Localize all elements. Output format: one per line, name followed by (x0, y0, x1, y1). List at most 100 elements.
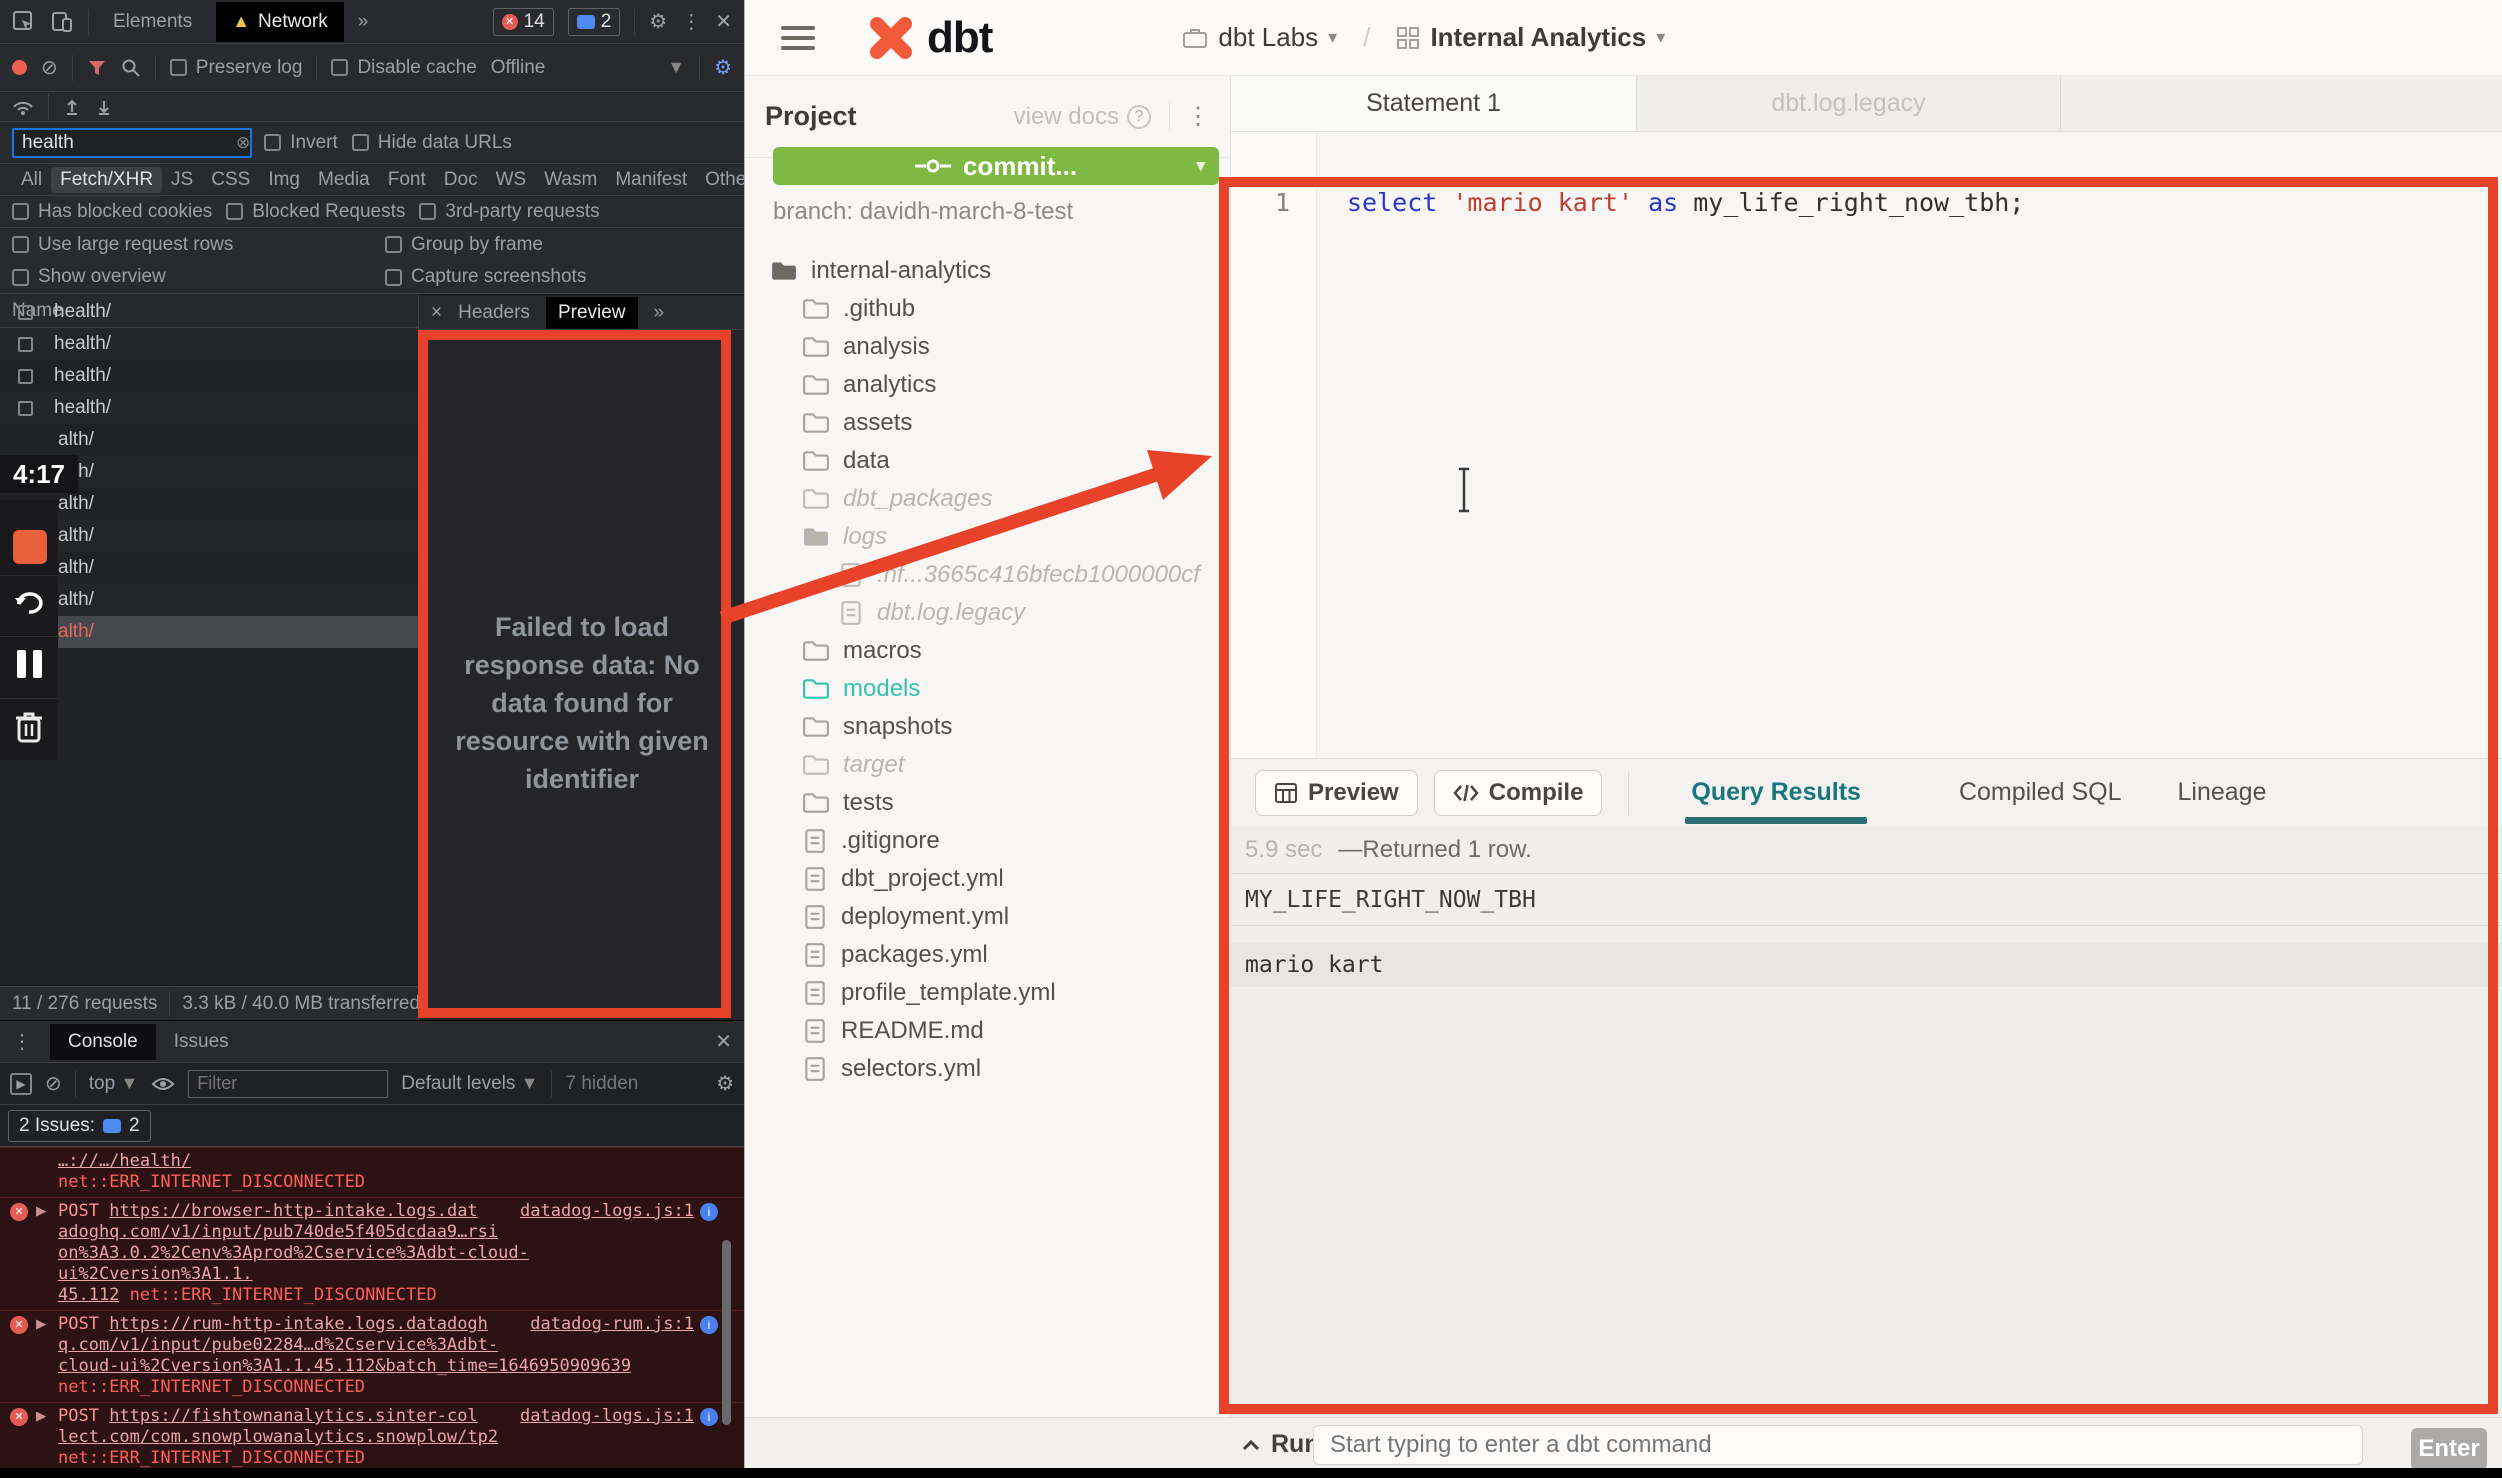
expand-triangle-icon[interactable]: ▶ (36, 1201, 46, 1222)
inspect-icon[interactable] (12, 10, 36, 34)
info-icon[interactable]: i (700, 1203, 718, 1221)
console-sidebar-icon[interactable]: ▶ (10, 1073, 32, 1095)
results-column-header[interactable]: MY_LIFE_RIGHT_NOW_TBH (1231, 873, 2502, 926)
source-link[interactable]: datadog-logs.js:1 (520, 1201, 694, 1222)
chevron-down-icon[interactable]: ▼ (667, 57, 685, 78)
tab-dbt-log-legacy[interactable]: dbt.log.legacy (1637, 76, 2061, 131)
show-overview-checkbox[interactable]: Show overview (12, 266, 166, 288)
tree-folder-models[interactable]: models (745, 670, 1230, 708)
capture-screenshots-checkbox[interactable]: Capture screenshots (385, 266, 586, 288)
blocked-cookies-checkbox[interactable]: Has blocked cookies (12, 201, 212, 223)
tab-lineage[interactable]: Lineage (2178, 778, 2267, 807)
error-badge[interactable]: ✕14 (493, 8, 554, 36)
restart-recording-icon[interactable] (13, 588, 45, 616)
filter-funnel-icon[interactable] (87, 58, 107, 78)
request-row[interactable]: alth/ (0, 520, 418, 552)
type-filter-wasm[interactable]: Wasm (535, 167, 606, 193)
request-row[interactable]: health/ (0, 296, 418, 328)
info-icon[interactable]: i (700, 1408, 718, 1426)
commit-button[interactable]: commit... ▾ (773, 147, 1219, 185)
disable-cache-checkbox[interactable]: Disable cache (331, 57, 476, 79)
hamburger-menu-icon[interactable] (781, 26, 815, 50)
tree-file[interactable]: dbt_project.yml (745, 860, 1230, 898)
tree-folder[interactable]: dbt_packages (745, 480, 1230, 518)
kebab-menu-icon[interactable]: ⋮ (1169, 102, 1210, 131)
record-icon[interactable] (12, 60, 27, 75)
import-har-icon[interactable] (63, 98, 81, 116)
type-filter-media[interactable]: Media (309, 167, 379, 193)
request-row-selected[interactable]: alth/ (0, 616, 418, 648)
more-tabs-icon[interactable]: » (358, 11, 369, 33)
context-select[interactable]: top ▼ (89, 1073, 139, 1095)
kebab-menu-icon[interactable]: ⋮ (12, 1032, 32, 1052)
type-filter-manifest[interactable]: Manifest (606, 167, 696, 193)
tree-folder[interactable]: macros (745, 632, 1230, 670)
tree-folder-root[interactable]: internal-analytics (745, 252, 1230, 290)
more-details-tabs-icon[interactable]: » (654, 302, 665, 324)
console-scrollbar[interactable] (722, 1240, 731, 1425)
request-row[interactable]: health/ (0, 360, 418, 392)
type-filter-fetch[interactable]: Fetch/XHR (51, 167, 162, 193)
device-toolbar-icon[interactable] (50, 10, 74, 34)
tree-folder-open[interactable]: logs (745, 518, 1230, 556)
source-link[interactable]: datadog-rum.js:1 (530, 1314, 694, 1335)
request-row[interactable]: health/ (0, 328, 418, 360)
tree-folder[interactable]: target (745, 746, 1230, 784)
tree-file[interactable]: dbt.log.legacy (745, 594, 1230, 632)
compile-button[interactable]: Compile (1434, 770, 1603, 816)
tab-compiled-sql[interactable]: Compiled SQL (1959, 778, 2122, 807)
throttle-signal-icon[interactable] (12, 99, 34, 115)
results-row[interactable]: mario kart (1231, 941, 2502, 988)
blocked-requests-checkbox[interactable]: Blocked Requests (226, 201, 405, 223)
project-switcher[interactable]: Internal Analytics ▾ (1396, 22, 1665, 53)
network-conditions-gear-icon[interactable]: ⚙ (714, 58, 732, 78)
type-filter-js[interactable]: JS (162, 167, 202, 193)
type-filter-css[interactable]: CSS (202, 167, 259, 193)
export-har-icon[interactable] (95, 98, 113, 116)
tab-issues[interactable]: Issues (174, 1031, 229, 1053)
type-filter-all[interactable]: All (12, 167, 51, 193)
view-docs-link[interactable]: view docs? (1014, 103, 1151, 131)
expand-triangle-icon[interactable]: ▶ (36, 1314, 46, 1335)
chevron-down-icon[interactable]: ▾ (1196, 156, 1205, 176)
enter-button[interactable]: Enter (2411, 1428, 2487, 1470)
tree-folder[interactable]: snapshots (745, 708, 1230, 746)
settings-gear-icon[interactable]: ⚙ (649, 12, 667, 32)
group-by-frame-checkbox[interactable]: Group by frame (385, 234, 543, 256)
clear-icon[interactable]: ⊘ (41, 58, 58, 78)
tab-query-results[interactable]: Query Results (1691, 778, 1861, 807)
source-link[interactable]: datadog-logs.js:1 (520, 1406, 694, 1427)
dbt-command-input[interactable] (1313, 1425, 2363, 1465)
tab-network[interactable]: ▲Network (216, 2, 344, 42)
type-filter-ws[interactable]: WS (487, 167, 536, 193)
console-error-partial[interactable]: …://…/health/ net::ERR_INTERNET_DISCONNE… (0, 1147, 744, 1197)
tree-file[interactable]: selectors.yml (745, 1050, 1230, 1088)
expand-triangle-icon[interactable]: ▶ (36, 1406, 46, 1427)
pause-recording-icon[interactable] (17, 650, 26, 678)
request-row[interactable]: health/ (0, 392, 418, 424)
close-details-icon[interactable]: × (431, 302, 442, 324)
network-filter-input[interactable] (12, 128, 252, 158)
tree-folder[interactable]: data (745, 442, 1230, 480)
clear-filter-icon[interactable]: ⊗ (236, 133, 250, 153)
type-filter-doc[interactable]: Doc (435, 167, 487, 193)
dbt-logo[interactable]: dbt (865, 13, 992, 63)
tree-file[interactable]: packages.yml (745, 936, 1230, 974)
invert-checkbox[interactable]: Invert (264, 132, 338, 154)
tab-headers[interactable]: Headers (458, 302, 530, 324)
close-devtools-icon[interactable]: ✕ (715, 12, 732, 32)
request-row[interactable]: alth/ (0, 584, 418, 616)
tree-file[interactable]: .gitignore (745, 822, 1230, 860)
search-icon[interactable] (121, 58, 141, 78)
tree-file[interactable]: README.md (745, 1012, 1230, 1050)
third-party-checkbox[interactable]: 3rd-party requests (419, 201, 599, 223)
preserve-log-checkbox[interactable]: Preserve log (170, 57, 303, 79)
console-error[interactable]: ✕▶ POST https://fishtownanalytics.sinter… (0, 1402, 744, 1473)
tree-file[interactable]: deployment.yml (745, 898, 1230, 936)
pause-recording-icon[interactable] (33, 650, 42, 678)
tree-file[interactable]: .nf...3665c416bfecb1000000cf (745, 556, 1230, 594)
request-row[interactable]: alth/ (0, 552, 418, 584)
tree-file[interactable]: profile_template.yml (745, 974, 1230, 1012)
stop-recording-icon[interactable] (13, 530, 47, 564)
sql-editor[interactable]: 1 select 'mario kart' as my_life_right_n… (1231, 132, 2502, 758)
